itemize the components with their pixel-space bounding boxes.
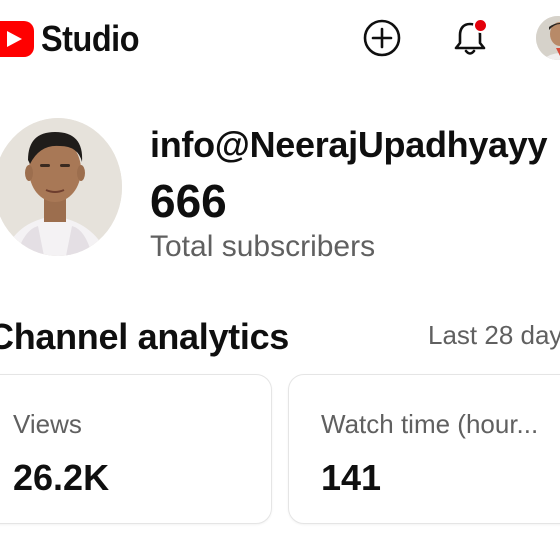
channel-avatar[interactable] bbox=[0, 118, 122, 256]
logo-text: Studio bbox=[41, 18, 140, 59]
notifications-button[interactable] bbox=[450, 18, 490, 58]
channel-name: info@NeerajUpadhyayy bbox=[150, 124, 548, 165]
youtube-studio-logo[interactable]: Studio bbox=[0, 18, 150, 60]
views-card[interactable]: Views 26.2K bbox=[0, 374, 272, 524]
create-button[interactable] bbox=[362, 18, 402, 58]
channel-profile-photo bbox=[0, 118, 122, 256]
channel-analytics-title: Channel analytics bbox=[0, 316, 290, 357]
add-circle-icon bbox=[363, 19, 401, 57]
views-value: 26.2K bbox=[13, 457, 110, 498]
account-avatar[interactable] bbox=[536, 16, 560, 60]
period-label: Last 28 day bbox=[428, 320, 560, 350]
notification-dot bbox=[473, 18, 488, 33]
subscriber-label: Total subscribers bbox=[150, 230, 376, 263]
watch-time-label: Watch time (hour... bbox=[321, 409, 539, 439]
top-app-bar: Studio bbox=[0, 0, 560, 78]
watch-time-value: 141 bbox=[321, 457, 382, 498]
subscriber-count: 666 bbox=[150, 175, 227, 227]
views-label: Views bbox=[13, 409, 82, 439]
youtube-play-icon bbox=[0, 21, 34, 57]
watch-time-card[interactable]: Watch time (hour... 141 bbox=[288, 374, 560, 524]
user-avatar-image bbox=[536, 16, 560, 60]
